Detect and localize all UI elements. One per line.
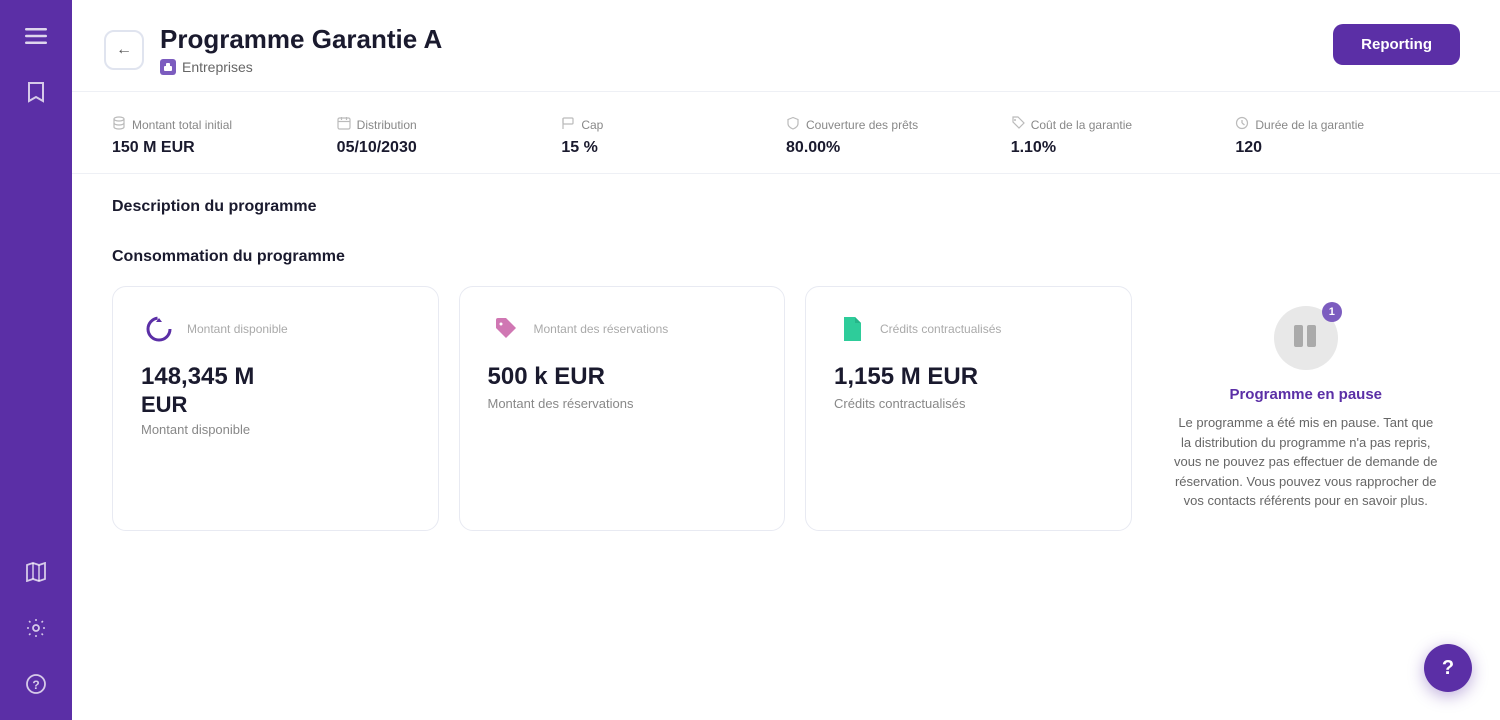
card-icon-row-reservations: Montant des réservations — [488, 311, 757, 347]
card-contractualises: Crédits contractualisés 1,155 M EUR Créd… — [805, 286, 1132, 531]
card-label-reservations-top: Montant des réservations — [534, 322, 669, 336]
reporting-button[interactable]: Reporting — [1333, 24, 1460, 65]
subtitle: Entreprises — [160, 59, 442, 75]
stat-cout: Coût de la garantie 1.10% — [1011, 116, 1236, 157]
header: ← Programme Garantie A Entreprises Repor… — [72, 0, 1500, 92]
stat-duree: Durée de la garantie 120 — [1235, 116, 1460, 157]
main-content: ← Programme Garantie A Entreprises Repor… — [72, 0, 1500, 720]
map-icon[interactable] — [20, 556, 52, 588]
description-title: Description du programme — [112, 198, 1460, 216]
database-icon — [112, 116, 126, 133]
card-amount-reservations: 500 k EUR — [488, 363, 757, 392]
page-title: Programme Garantie A — [160, 24, 442, 55]
settings-icon[interactable] — [20, 612, 52, 644]
stat-distribution: Distribution 05/10/2030 — [337, 116, 562, 157]
stat-value-cout: 1.10% — [1011, 139, 1220, 157]
entreprises-icon — [160, 59, 176, 75]
stat-label-montant: Montant total initial — [112, 116, 321, 133]
pause-badge: 1 — [1322, 302, 1342, 322]
title-area: Programme Garantie A Entreprises — [160, 24, 442, 75]
bookmark-icon[interactable] — [20, 76, 52, 108]
stat-montant-total: Montant total initial 150 M EUR — [112, 116, 337, 157]
description-section: Description du programme — [72, 174, 1500, 232]
card-amount-contractualises: 1,155 M EUR — [834, 363, 1103, 392]
stat-value-distribution: 05/10/2030 — [337, 139, 546, 157]
sidebar: ? — [0, 0, 72, 720]
stat-label-distribution: Distribution — [337, 116, 546, 133]
stats-row: Montant total initial 150 M EUR Distribu… — [72, 92, 1500, 174]
card-label-contractualises-top: Crédits contractualisés — [880, 322, 1001, 336]
stat-cap: Cap 15 % — [561, 116, 786, 157]
card-desc-reservations: Montant des réservations — [488, 396, 757, 411]
document-green-icon — [834, 311, 870, 347]
pause-text: Le programme a été mis en pause. Tant qu… — [1172, 413, 1441, 511]
pause-title: Programme en pause — [1229, 386, 1382, 403]
stat-value-montant: 150 M EUR — [112, 139, 321, 157]
header-left: ← Programme Garantie A Entreprises — [104, 24, 442, 75]
card-icon-row-contractualises: Crédits contractualisés — [834, 311, 1103, 347]
stat-couverture: Couverture des prêts 80.00% — [786, 116, 1011, 157]
card-label-disponible-top: Montant disponible — [187, 322, 288, 336]
card-icon-row-disponible: Montant disponible — [141, 311, 410, 347]
tag-cost-icon — [1011, 116, 1025, 133]
tag-icon — [488, 311, 524, 347]
stat-value-duree: 120 — [1235, 139, 1444, 157]
subtitle-text: Entreprises — [182, 59, 253, 75]
back-button[interactable]: ← — [104, 30, 144, 70]
svg-text:?: ? — [32, 678, 39, 692]
cycle-icon — [141, 311, 177, 347]
stat-value-cap: 15 % — [561, 139, 770, 157]
stat-label-cap: Cap — [561, 116, 770, 133]
card-disponible: Montant disponible 148,345 M EUR Montant… — [112, 286, 439, 531]
consumption-title: Consommation du programme — [112, 248, 1460, 266]
card-amount-sub-disponible: EUR — [141, 392, 410, 418]
flag-icon — [561, 116, 575, 133]
card-amount-disponible: 148,345 M — [141, 363, 410, 392]
cards-row: Montant disponible 148,345 M EUR Montant… — [112, 286, 1460, 531]
pause-card: 1 Programme en pause Le programme a été … — [1152, 286, 1461, 531]
stat-label-cout: Coût de la garantie — [1011, 116, 1220, 133]
shield-icon — [786, 116, 800, 133]
card-desc-contractualises: Crédits contractualisés — [834, 396, 1103, 411]
help-button[interactable]: ? — [1424, 644, 1472, 692]
calendar-icon — [337, 116, 351, 133]
stat-label-couverture: Couverture des prêts — [786, 116, 995, 133]
clock-icon — [1235, 116, 1249, 133]
card-desc-disponible: Montant disponible — [141, 422, 410, 437]
card-reservations: Montant des réservations 500 k EUR Monta… — [459, 286, 786, 531]
pause-icon-circle: 1 — [1274, 306, 1338, 370]
consumption-section: Consommation du programme Montant dispon… — [72, 232, 1500, 555]
help-icon[interactable]: ? — [20, 668, 52, 700]
stat-value-couverture: 80.00% — [786, 139, 995, 157]
stat-label-duree: Durée de la garantie — [1235, 116, 1444, 133]
menu-icon[interactable] — [20, 20, 52, 52]
